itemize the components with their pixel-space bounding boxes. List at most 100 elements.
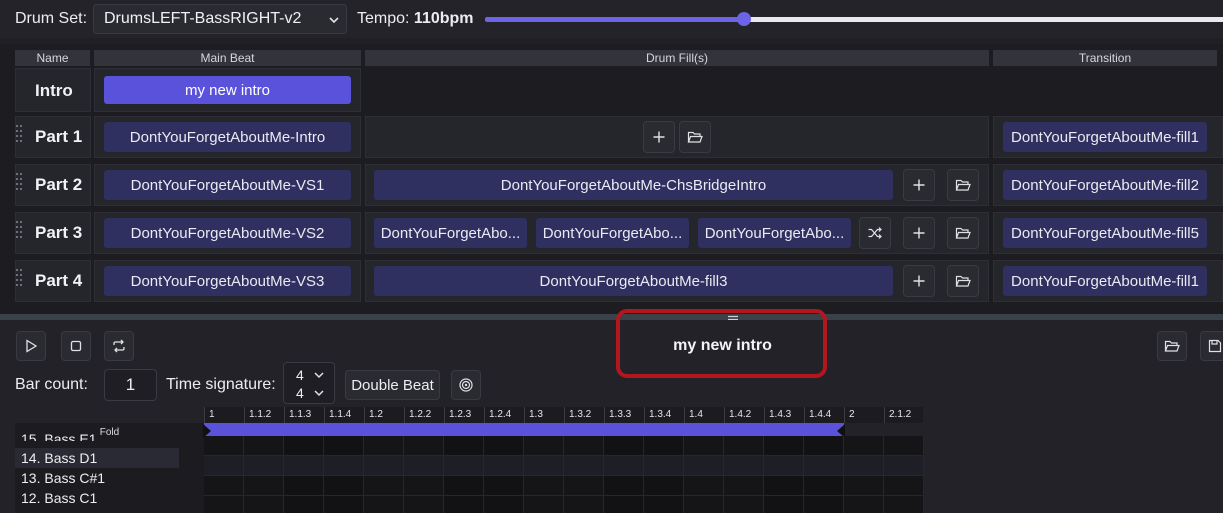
load-fill-button[interactable] xyxy=(947,169,979,201)
grid-cell[interactable] xyxy=(324,436,364,456)
grid-cell[interactable] xyxy=(284,496,324,513)
drum-fill-pill[interactable]: DontYouForgetAbo... xyxy=(536,218,689,248)
drum-fill-pill[interactable]: DontYouForgetAboutMe-ChsBridgeIntro xyxy=(374,170,893,200)
double-beat-button[interactable]: Double Beat xyxy=(345,370,440,400)
grid-cell[interactable] xyxy=(444,476,484,496)
grid-cell[interactable] xyxy=(244,456,284,476)
grid-cell[interactable] xyxy=(764,496,804,513)
grid-cell[interactable] xyxy=(644,496,684,513)
drag-handle-icon[interactable] xyxy=(16,173,24,195)
time-signature-select[interactable]: 4 4 xyxy=(283,362,335,404)
grid-cell[interactable] xyxy=(204,496,244,513)
grid-cell[interactable] xyxy=(484,476,524,496)
load-fill-button[interactable] xyxy=(947,217,979,249)
add-fill-button[interactable] xyxy=(903,265,935,297)
grid-cell[interactable] xyxy=(884,496,924,513)
grid-cell[interactable] xyxy=(244,436,284,456)
drag-handle-icon[interactable] xyxy=(16,125,24,147)
grid-cell[interactable] xyxy=(804,456,844,476)
grid-cell[interactable] xyxy=(524,476,564,496)
grid-cell[interactable] xyxy=(564,496,604,513)
intro-main-beat-pill[interactable]: my new intro xyxy=(104,76,351,104)
grid-cell[interactable] xyxy=(804,496,844,513)
grid-cell[interactable] xyxy=(204,436,244,456)
grid-cell[interactable] xyxy=(804,436,844,456)
add-fill-button[interactable] xyxy=(903,169,935,201)
main-beat-pill[interactable]: DontYouForgetAboutMe-VS2 xyxy=(104,218,351,248)
tempo-slider-thumb[interactable] xyxy=(737,12,751,26)
grid-cell[interactable] xyxy=(524,436,564,456)
grid-cell[interactable] xyxy=(564,436,604,456)
grid-cell[interactable] xyxy=(764,456,804,476)
bar-count-input[interactable]: 1 xyxy=(104,369,157,401)
grid-cell[interactable] xyxy=(484,456,524,476)
main-beat-pill[interactable]: DontYouForgetAboutMe-VS3 xyxy=(104,266,351,296)
grid-cell[interactable] xyxy=(644,476,684,496)
grid-cell[interactable] xyxy=(524,456,564,476)
grid-cell[interactable] xyxy=(364,496,404,513)
transition-pill[interactable]: DontYouForgetAboutMe-fill1 xyxy=(1003,266,1207,296)
grid-cell[interactable] xyxy=(644,436,684,456)
shuffle-fills-button[interactable] xyxy=(859,217,891,249)
grid-cell[interactable] xyxy=(724,496,764,513)
lane-name[interactable]: 12. Bass C1 xyxy=(15,488,179,508)
lane-name[interactable]: 13. Bass C#1 xyxy=(15,468,179,488)
tempo-slider[interactable] xyxy=(485,12,1223,26)
grid-cell[interactable] xyxy=(204,456,244,476)
grid-cell[interactable] xyxy=(244,476,284,496)
grid-cell[interactable] xyxy=(804,476,844,496)
drum-fill-pill[interactable]: DontYouForgetAbo... xyxy=(374,218,527,248)
grid-cell[interactable] xyxy=(284,456,324,476)
grid-cell[interactable] xyxy=(884,456,924,476)
grid-cell[interactable] xyxy=(724,476,764,496)
load-fill-button[interactable] xyxy=(679,121,711,153)
transition-pill[interactable]: DontYouForgetAboutMe-fill5 xyxy=(1003,218,1207,248)
grid-cell[interactable] xyxy=(404,476,444,496)
loop-button[interactable] xyxy=(104,331,134,361)
time-ruler[interactable]: 1 1.1.2 1.1.3 1.1.4 1.2 1.2.2 1.2.3 1.2.4 1.3 1.3… xyxy=(204,407,923,423)
grid-cell[interactable] xyxy=(684,496,724,513)
grid-cell[interactable] xyxy=(684,476,724,496)
grid-cell[interactable] xyxy=(844,476,884,496)
grid-cell[interactable] xyxy=(444,496,484,513)
note-grid[interactable] xyxy=(204,436,924,513)
grid-cell[interactable] xyxy=(564,456,604,476)
lane-name[interactable]: 14. Bass D1 xyxy=(15,448,179,468)
grid-cell[interactable] xyxy=(764,476,804,496)
grid-cell[interactable] xyxy=(404,456,444,476)
save-beat-button[interactable] xyxy=(1200,331,1223,361)
grid-cell[interactable] xyxy=(484,496,524,513)
grid-cell[interactable] xyxy=(324,456,364,476)
grid-cell[interactable] xyxy=(844,496,884,513)
grid-cell[interactable] xyxy=(324,476,364,496)
grid-cell[interactable] xyxy=(844,456,884,476)
grid-cell[interactable] xyxy=(524,496,564,513)
grid-cell[interactable] xyxy=(724,436,764,456)
main-beat-pill[interactable]: DontYouForgetAboutMe-VS1 xyxy=(104,170,351,200)
target-button[interactable] xyxy=(451,370,481,400)
grid-cell[interactable] xyxy=(364,476,404,496)
grid-cell[interactable] xyxy=(484,436,524,456)
grid-cell[interactable] xyxy=(604,496,644,513)
drum-set-select[interactable]: DrumsLEFT-BassRIGHT-v2 xyxy=(93,4,347,34)
grid-cell[interactable] xyxy=(364,436,404,456)
load-fill-button[interactable] xyxy=(947,265,979,297)
add-fill-button[interactable] xyxy=(903,217,935,249)
grid-cell[interactable] xyxy=(684,456,724,476)
open-beat-button[interactable] xyxy=(1157,331,1187,361)
grid-cell[interactable] xyxy=(244,496,284,513)
drum-fill-pill[interactable]: DontYouForgetAboutMe-fill3 xyxy=(374,266,893,296)
grid-cell[interactable] xyxy=(284,436,324,456)
transition-pill[interactable]: DontYouForgetAboutMe-fill1 xyxy=(1003,122,1207,152)
grid-cell[interactable] xyxy=(884,476,924,496)
lane-name[interactable]: 15. Bass E1 xyxy=(15,431,179,441)
grid-cell[interactable] xyxy=(444,436,484,456)
main-beat-pill[interactable]: DontYouForgetAboutMe-Intro xyxy=(104,122,351,152)
grid-cell[interactable] xyxy=(204,476,244,496)
grid-cell[interactable] xyxy=(604,456,644,476)
grid-cell[interactable] xyxy=(404,436,444,456)
grid-cell[interactable] xyxy=(644,456,684,476)
grid-cell[interactable] xyxy=(764,436,804,456)
grid-cell[interactable] xyxy=(724,456,764,476)
transition-pill[interactable]: DontYouForgetAboutMe-fill2 xyxy=(1003,170,1207,200)
